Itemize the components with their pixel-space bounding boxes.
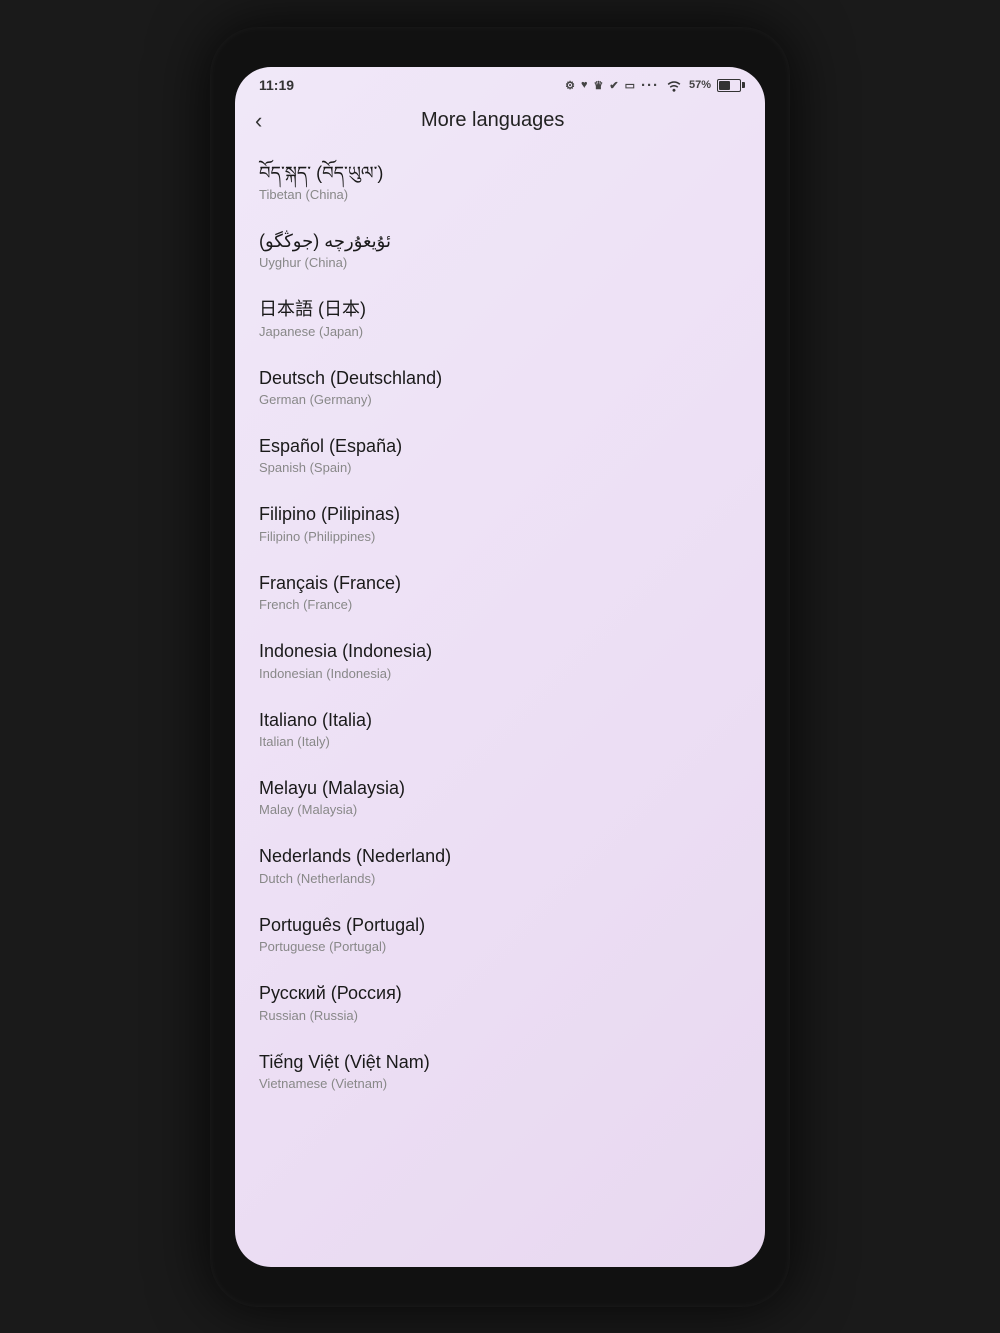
security-icon: ♥ xyxy=(581,79,588,91)
status-bar: 11:19 ⚙ ♥ ♛ ✔ ▭ ··· 57% xyxy=(235,67,765,100)
language-english-name: Dutch (Netherlands) xyxy=(259,871,741,886)
list-item[interactable]: Deutsch (Deutschland) German (Germany) xyxy=(259,353,741,421)
phone-screen: 11:19 ⚙ ♥ ♛ ✔ ▭ ··· 57% xyxy=(235,67,765,1267)
language-native-name: ئۇيغۇرچە (جوڭگو) xyxy=(259,230,741,253)
language-native-name: Melayu (Malaysia) xyxy=(259,777,741,800)
language-english-name: Spanish (Spain) xyxy=(259,460,741,475)
language-native-name: Filipino (Pilipinas) xyxy=(259,503,741,526)
language-english-name: Malay (Malaysia) xyxy=(259,802,741,817)
language-english-name: French (France) xyxy=(259,597,741,612)
language-native-name: Nederlands (Nederland) xyxy=(259,845,741,868)
battery-percent: 57% xyxy=(689,79,711,91)
language-english-name: Tibetan (China) xyxy=(259,187,741,202)
language-english-name: Indonesian (Indonesia) xyxy=(259,666,741,681)
language-native-name: 日本語 (日本) xyxy=(259,298,741,321)
language-list[interactable]: བོད་སྐད་ (བོད་ཡུལ་) Tibetan (China) ئۇيغۇر… xyxy=(235,148,765,1267)
language-native-name: Português (Portugal) xyxy=(259,914,741,937)
battery-icon xyxy=(717,79,741,92)
language-english-name: Vietnamese (Vietnam) xyxy=(259,1076,741,1091)
language-english-name: German (Germany) xyxy=(259,392,741,407)
list-item[interactable]: བོད་སྐད་ (བོད་ཡུལ་) Tibetan (China) xyxy=(259,148,741,216)
check-icon: ✔ xyxy=(609,79,618,92)
language-native-name: Español (España) xyxy=(259,435,741,458)
list-item[interactable]: Português (Portugal) Portuguese (Portugal… xyxy=(259,900,741,968)
list-item[interactable]: Nederlands (Nederland) Dutch (Netherlands… xyxy=(259,831,741,899)
status-time: 11:19 xyxy=(259,77,294,93)
back-button[interactable]: ‹ xyxy=(255,108,262,134)
list-item[interactable]: Filipino (Pilipinas) Filipino (Philippine… xyxy=(259,489,741,557)
list-item[interactable]: 日本語 (日本) Japanese (Japan) xyxy=(259,284,741,352)
list-item[interactable]: Русский (Россия) Russian (Russia) xyxy=(259,968,741,1036)
list-item[interactable]: Español (España) Spanish (Spain) xyxy=(259,421,741,489)
page-title: More languages xyxy=(278,109,707,132)
language-native-name: Tiếng Việt (Việt Nam) xyxy=(259,1051,741,1074)
list-item[interactable]: Indonesia (Indonesia) Indonesian (Indones… xyxy=(259,626,741,694)
language-native-name: Русский (Россия) xyxy=(259,982,741,1005)
list-item[interactable]: Melayu (Malaysia) Malay (Malaysia) xyxy=(259,763,741,831)
phone-frame: 11:19 ⚙ ♥ ♛ ✔ ▭ ··· 57% xyxy=(210,27,790,1307)
list-item[interactable]: Tiếng Việt (Việt Nam) Vietnamese (Vietnam… xyxy=(259,1037,741,1105)
list-item[interactable]: ئۇيغۇرچە (جوڭگو) Uyghur (China) xyxy=(259,216,741,284)
language-native-name: Indonesia (Indonesia) xyxy=(259,640,741,663)
sim-icon: ▭ xyxy=(625,79,635,92)
more-icon: ··· xyxy=(641,77,659,94)
language-english-name: Portuguese (Portugal) xyxy=(259,939,741,954)
language-english-name: Italian (Italy) xyxy=(259,734,741,749)
language-english-name: Uyghur (China) xyxy=(259,255,741,270)
language-native-name: Français (France) xyxy=(259,572,741,595)
wifi-icon xyxy=(665,78,683,92)
crown-icon: ♛ xyxy=(593,79,603,92)
list-item[interactable]: Italiano (Italia) Italian (Italy) xyxy=(259,695,741,763)
list-item[interactable]: Français (France) French (France) xyxy=(259,558,741,626)
notification-icon: ⚙ xyxy=(565,79,575,92)
top-nav: ‹ More languages xyxy=(235,100,765,148)
language-native-name: Deutsch (Deutschland) xyxy=(259,367,741,390)
language-native-name: བོད་སྐད་ (བོད་ཡུལ་) xyxy=(259,162,741,185)
status-right-icons: ⚙ ♥ ♛ ✔ ▭ ··· 57% xyxy=(565,77,741,94)
battery-fill xyxy=(719,81,730,90)
language-english-name: Japanese (Japan) xyxy=(259,324,741,339)
language-english-name: Russian (Russia) xyxy=(259,1008,741,1023)
language-english-name: Filipino (Philippines) xyxy=(259,529,741,544)
language-native-name: Italiano (Italia) xyxy=(259,709,741,732)
